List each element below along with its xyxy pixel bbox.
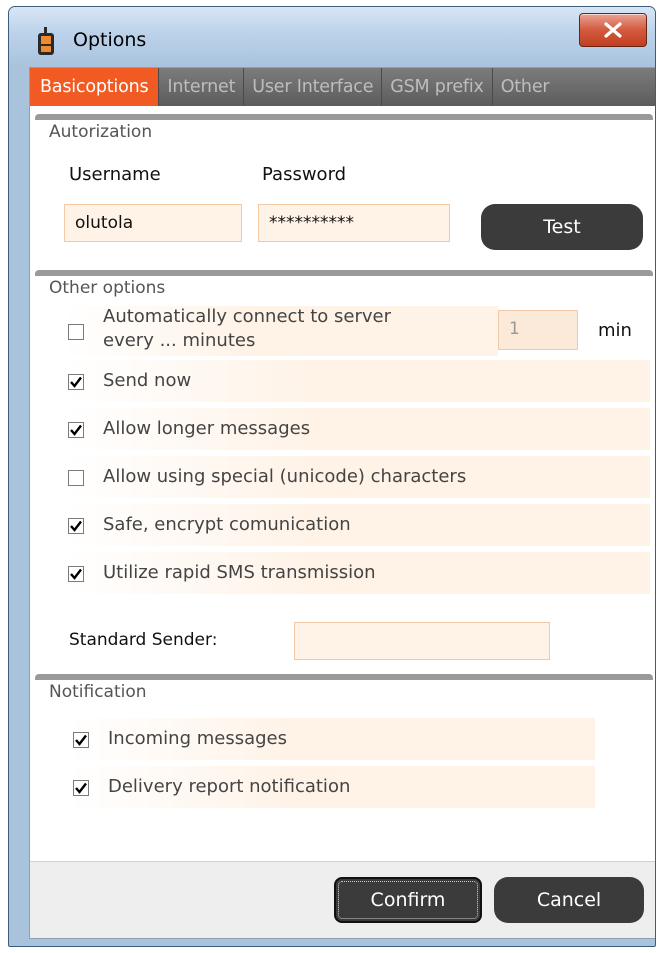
delivery-report-checkbox[interactable]: [73, 780, 89, 796]
mobile-phone-icon: [38, 27, 54, 55]
option-row-unicode[interactable]: Allow using special (unicode) characters: [64, 456, 650, 498]
rapid-sms-label: Utilize rapid SMS transmission: [103, 562, 376, 583]
auto-connect-label-line1: Automatically connect to server: [103, 306, 391, 327]
rapid-sms-checkbox[interactable]: [68, 566, 84, 582]
longer-messages-label: Allow longer messages: [103, 418, 311, 439]
tab-user-interface[interactable]: User Interface: [244, 68, 383, 106]
option-row-longer-messages[interactable]: Allow longer messages: [64, 408, 650, 450]
encrypt-label: Safe, encrypt comunication: [103, 514, 351, 535]
notification-title: Notification: [49, 682, 147, 702]
authorization-title: Autorization: [49, 122, 153, 142]
button-bar: Confirm Cancel: [30, 861, 655, 938]
notification-section: Notification Incoming messages Delivery …: [35, 674, 653, 870]
options-window: Options Basicoptions Internet User Inter…: [8, 6, 656, 947]
auto-connect-checkbox[interactable]: [68, 324, 84, 340]
tab-internet[interactable]: Internet: [159, 68, 245, 106]
dialog-client-area: Basicoptions Internet User Interface GSM…: [29, 67, 655, 939]
checkmark-icon: [70, 568, 82, 580]
send-now-checkbox[interactable]: [68, 374, 84, 390]
unicode-label: Allow using special (unicode) characters: [103, 466, 467, 487]
tab-basic-options[interactable]: Basicoptions: [30, 68, 160, 106]
auto-connect-label-line2: every ... minutes: [103, 330, 256, 351]
standard-sender-input[interactable]: [294, 622, 550, 660]
unicode-checkbox[interactable]: [68, 470, 84, 486]
minutes-input[interactable]: 1: [498, 310, 578, 350]
checkmark-icon: [70, 520, 82, 532]
minutes-unit-label: min: [598, 320, 632, 341]
option-row-rapid-sms[interactable]: Utilize rapid SMS transmission: [64, 552, 650, 594]
option-row-delivery-report[interactable]: Delivery report notification: [69, 766, 595, 808]
send-now-label: Send now: [103, 370, 192, 391]
longer-messages-checkbox[interactable]: [68, 422, 84, 438]
tab-gsm-prefix[interactable]: GSM prefix: [382, 68, 493, 106]
window-title: Options: [73, 29, 147, 51]
delivery-report-label: Delivery report notification: [108, 776, 351, 797]
close-button[interactable]: [579, 13, 647, 47]
cancel-button[interactable]: Cancel: [494, 877, 644, 923]
encrypt-checkbox[interactable]: [68, 518, 84, 534]
checkmark-icon: [70, 376, 82, 388]
checkmark-icon: [75, 782, 87, 794]
incoming-messages-checkbox[interactable]: [73, 732, 89, 748]
password-input[interactable]: **********: [258, 204, 450, 242]
close-icon: [604, 22, 622, 38]
title-bar[interactable]: Options: [9, 7, 655, 67]
username-label: Username: [69, 164, 161, 185]
tab-bar: Basicoptions Internet User Interface GSM…: [30, 68, 655, 106]
checkmark-icon: [75, 734, 87, 746]
password-label: Password: [262, 164, 347, 185]
test-button[interactable]: Test: [481, 204, 643, 250]
authorization-section: Autorization Username Password olutola *…: [35, 114, 653, 266]
other-options-title: Other options: [49, 278, 166, 298]
username-input[interactable]: olutola: [64, 204, 242, 242]
option-row-encrypt[interactable]: Safe, encrypt comunication: [64, 504, 650, 546]
confirm-button[interactable]: Confirm: [334, 877, 482, 923]
tab-other[interactable]: Other: [493, 68, 558, 106]
checkmark-icon: [70, 424, 82, 436]
option-row-incoming-messages[interactable]: Incoming messages: [69, 718, 595, 760]
standard-sender-label: Standard Sender:: [69, 630, 218, 650]
auto-connect-row[interactable]: Automatically connect to server every ..…: [64, 306, 498, 356]
incoming-messages-label: Incoming messages: [108, 728, 287, 749]
option-row-send-now[interactable]: Send now: [64, 360, 650, 402]
other-options-section: Other options Automatically connect to s…: [35, 270, 653, 670]
